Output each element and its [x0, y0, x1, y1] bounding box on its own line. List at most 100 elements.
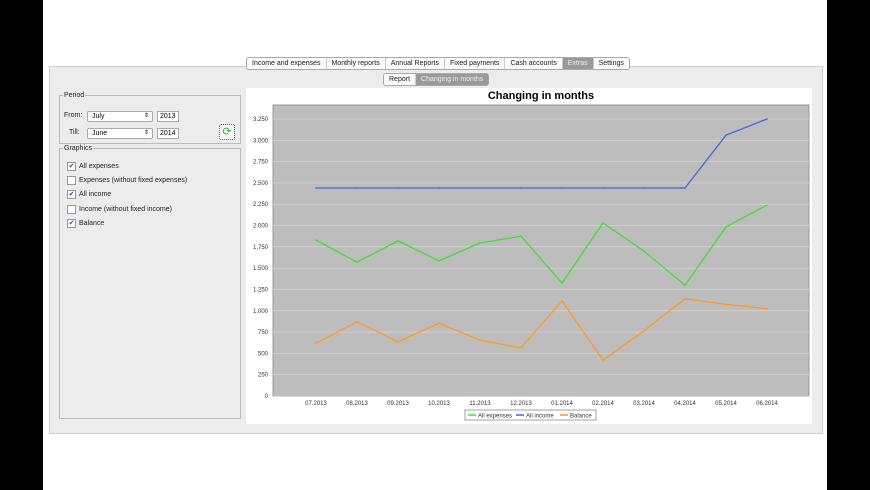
- x-tick-label: 06.2014: [756, 401, 778, 407]
- data-point: [315, 187, 317, 189]
- x-tick-label: 12.2013: [510, 401, 532, 407]
- main-tabs: Income and expenses Monthly reports Annual…: [246, 57, 630, 70]
- x-tick-label: 05.2014: [715, 401, 737, 407]
- legend-label: All expenses: [478, 414, 512, 420]
- tab-annual-reports[interactable]: Annual Reports: [386, 58, 446, 69]
- refresh-icon: ⟳: [222, 126, 232, 138]
- sub-tabs: Report Changing in months: [383, 73, 490, 86]
- data-point: [766, 307, 768, 310]
- checkbox-box[interactable]: ✔: [67, 190, 76, 200]
- period-group: Period From: July ⇕ 2013 Till: June ⇕ 2014…: [59, 92, 241, 144]
- tab-changing-in-months[interactable]: Changing in months: [416, 74, 489, 85]
- graphics-legend: Graphics: [64, 145, 93, 152]
- checkbox-label: All expenses: [79, 163, 119, 170]
- x-tick-label: 09.2013: [387, 401, 409, 407]
- data-point: [438, 322, 440, 324]
- checkbox-label: Expenses (without fixed expenses): [79, 177, 188, 185]
- y-tick-label: 2.250: [253, 202, 269, 208]
- data-point: [561, 187, 563, 189]
- legend-label: All income: [526, 414, 554, 420]
- till-label: Till:: [69, 129, 80, 136]
- tab-fixed-payments[interactable]: Fixed payments: [445, 58, 506, 69]
- data-point: [315, 239, 317, 241]
- y-tick-label: 3.250: [253, 117, 269, 123]
- options-panel: Period From: July ⇕ 2013 Till: June ⇕ 2014…: [59, 92, 241, 419]
- checkbox-income-without-fixed-income-[interactable]: Income (without fixed income): [67, 204, 172, 214]
- y-tick-label: 2.500: [253, 181, 269, 187]
- data-point: [725, 226, 727, 228]
- data-point: [520, 235, 522, 237]
- chevron-updown-icon: ⇕: [143, 113, 149, 119]
- from-month-select[interactable]: July ⇕: [87, 111, 153, 122]
- tab-income-and-expenses[interactable]: Income and expenses: [247, 58, 327, 69]
- data-point: [397, 341, 399, 343]
- x-tick-label: 10.2013: [428, 401, 450, 407]
- chevron-updown-icon: ⇕: [143, 130, 149, 136]
- checkbox-box[interactable]: ✔: [67, 218, 76, 228]
- checkbox-label: Balance: [79, 219, 105, 227]
- data-point: [602, 359, 604, 362]
- checkbox-expenses-without-fixed-expenses-[interactable]: Expenses (without fixed expenses): [67, 176, 188, 186]
- data-point: [479, 187, 481, 189]
- checkbox-all-income[interactable]: ✔ All income: [67, 190, 112, 200]
- y-tick-label: 1.250: [253, 287, 269, 293]
- data-point: [602, 187, 604, 189]
- checkbox-box[interactable]: [67, 176, 76, 186]
- plot-area: [272, 104, 810, 397]
- y-tick-label: 1.750: [253, 245, 269, 251]
- x-tick-label: 04.2014: [674, 401, 696, 407]
- data-point: [684, 298, 686, 300]
- data-point: [397, 187, 399, 189]
- data-point: [356, 187, 358, 189]
- data-point: [356, 321, 358, 323]
- x-tick-label: 07.2013: [305, 401, 327, 407]
- checkbox-balance[interactable]: ✔ Balance: [67, 218, 105, 228]
- legend-label: Balance: [570, 414, 592, 420]
- tab-monthly-reports[interactable]: Monthly reports: [327, 58, 386, 69]
- data-point: [561, 300, 563, 302]
- data-point: [479, 242, 481, 244]
- checkbox-label: All income: [79, 191, 112, 199]
- tab-cash-accounts[interactable]: Cash accounts: [505, 58, 563, 69]
- from-year-field[interactable]: 2013: [157, 111, 179, 122]
- refresh-button[interactable]: ⟳: [219, 124, 235, 140]
- y-tick-label: 250: [258, 373, 269, 379]
- x-tick-label: 03.2014: [633, 401, 655, 407]
- data-point: [684, 284, 686, 286]
- till-month-select[interactable]: June ⇕: [87, 128, 153, 139]
- y-tick-label: 2.750: [253, 160, 269, 166]
- y-tick-label: 3.000: [253, 138, 269, 144]
- y-tick-label: 750: [258, 330, 269, 336]
- data-point: [766, 118, 768, 120]
- checkbox-box[interactable]: ✔: [67, 162, 76, 171]
- from-label: From:: [64, 112, 83, 119]
- tab-settings[interactable]: Settings: [594, 58, 629, 69]
- tab-report[interactable]: Report: [384, 74, 417, 85]
- data-point: [397, 240, 399, 242]
- data-point: [684, 187, 686, 189]
- data-point: [561, 282, 563, 284]
- checkbox-all-expenses[interactable]: ✔ All expenses: [67, 162, 119, 171]
- y-tick-label: 1.500: [253, 266, 269, 272]
- line-chart: 02505007501.0001.2501.5001.7502.0002.250…: [246, 88, 812, 424]
- graphics-group: Graphics ✔ All expenses Expenses (without …: [59, 145, 241, 419]
- data-point: [725, 303, 727, 306]
- from-month-value: July: [92, 113, 105, 120]
- till-month-value: June: [92, 130, 108, 137]
- period-legend: Period: [64, 92, 85, 99]
- x-tick-label: 08.2013: [346, 401, 368, 407]
- data-point: [479, 339, 481, 341]
- data-point: [520, 187, 522, 189]
- data-point: [766, 204, 768, 206]
- till-year-field[interactable]: 2014: [157, 128, 179, 139]
- tab-extras[interactable]: Extras: [562, 58, 594, 69]
- data-point: [520, 347, 522, 349]
- data-point: [643, 250, 645, 252]
- y-tick-label: 500: [258, 351, 269, 357]
- chart-title: Changing in months: [488, 90, 594, 102]
- data-point: [438, 260, 440, 262]
- checkbox-box[interactable]: [67, 204, 76, 214]
- y-tick-label: 2.000: [253, 224, 269, 230]
- data-point: [356, 261, 358, 263]
- data-point: [602, 222, 604, 224]
